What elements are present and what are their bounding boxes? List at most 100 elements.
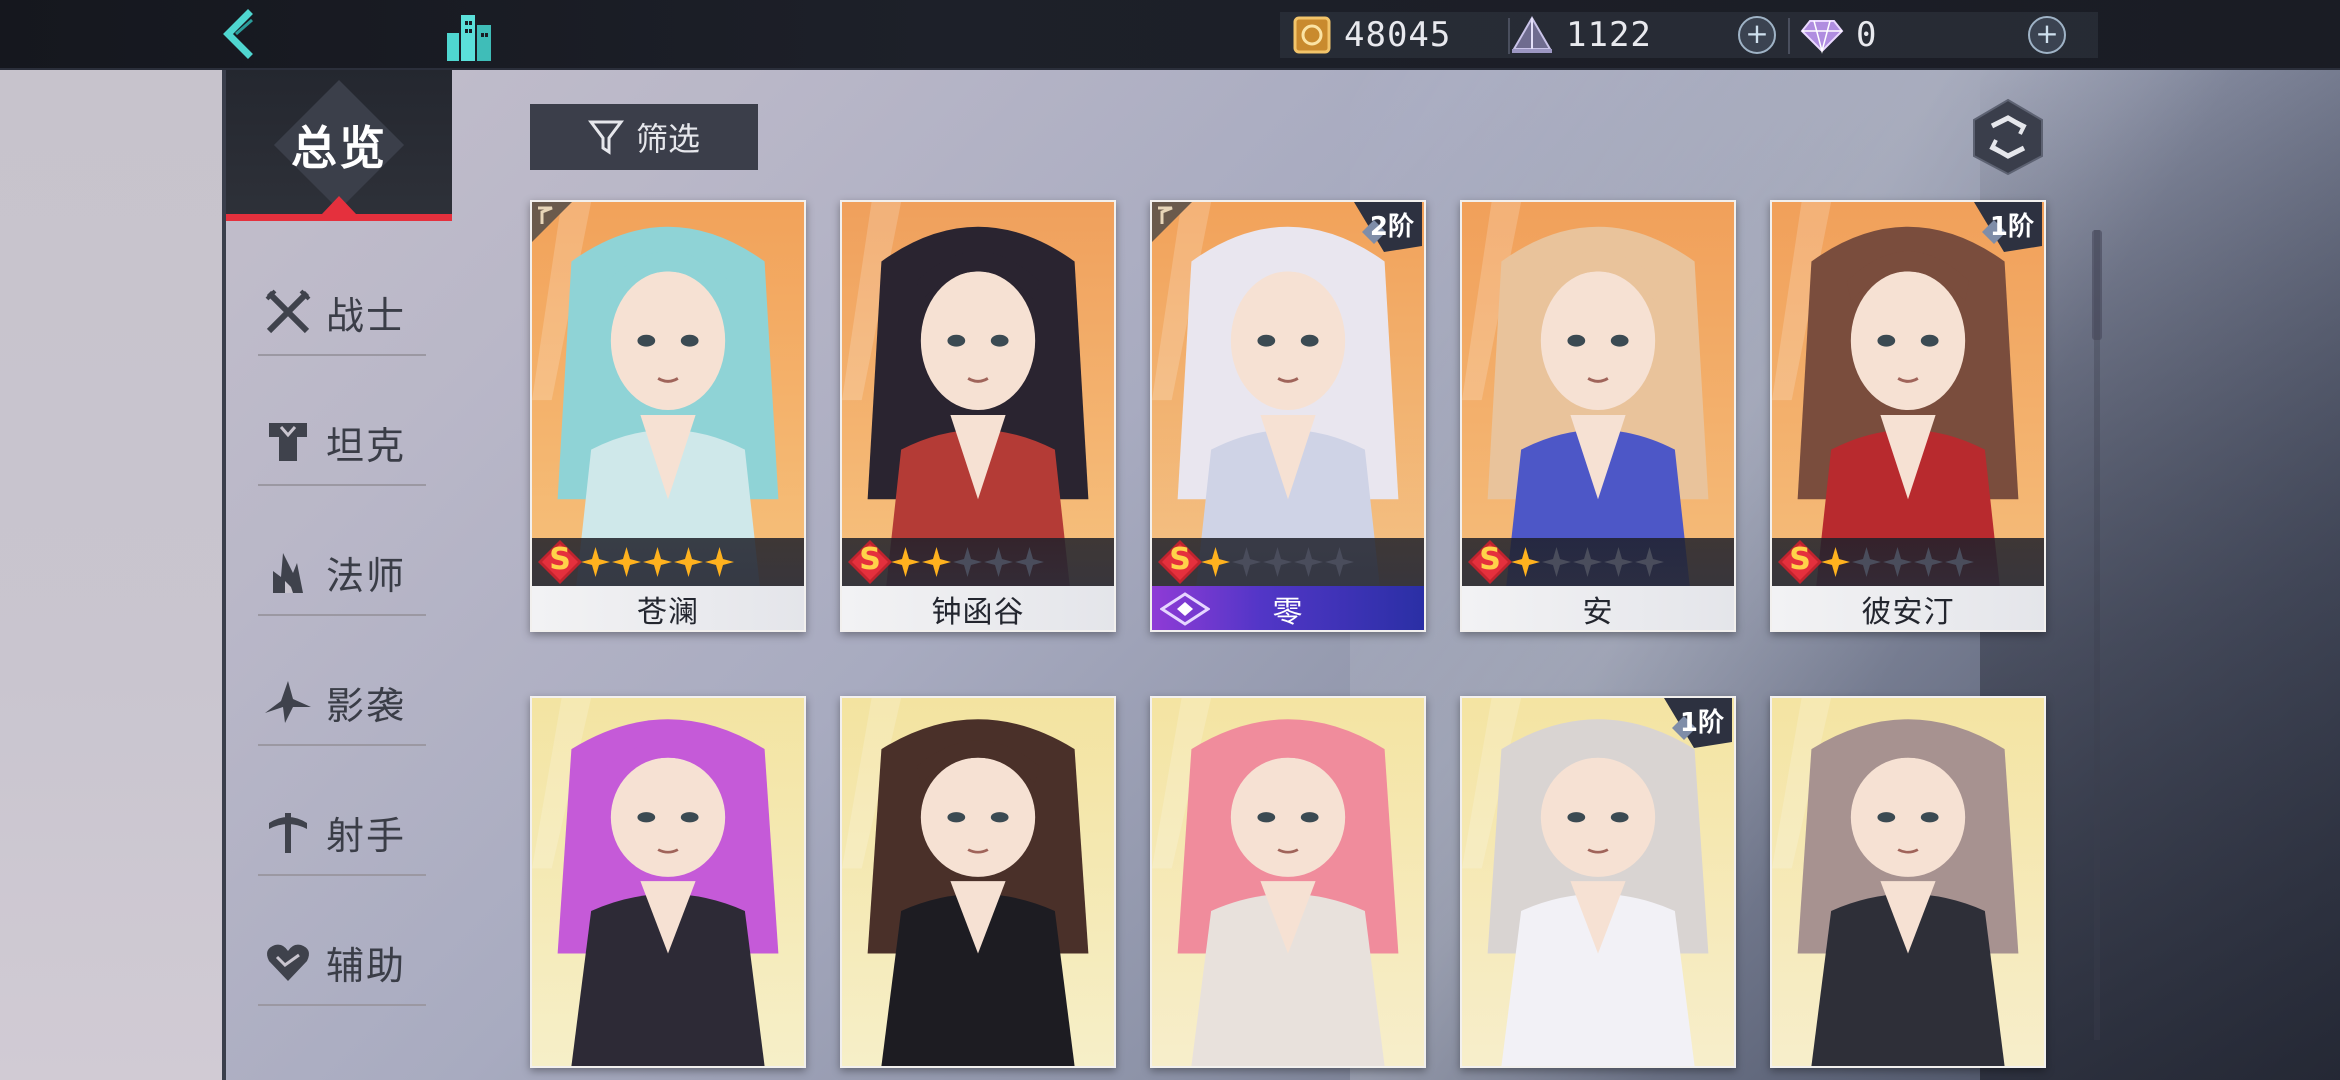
character-card[interactable]: 2阶 S 零 — [1150, 200, 1426, 632]
gold-coin-icon — [1293, 16, 1331, 54]
heart-icon — [258, 932, 318, 992]
crystal-currency: 1122 — [1510, 12, 1652, 58]
character-name: 钟函谷 — [931, 595, 1025, 630]
shuriken-icon — [258, 672, 318, 732]
sidebar-item-label: 战士 — [326, 293, 407, 338]
star-empty-icon — [1852, 547, 1881, 577]
character-name: 苍澜 — [637, 595, 699, 630]
character-card[interactable] — [1150, 696, 1426, 1068]
star-empty-icon — [1015, 547, 1044, 577]
star-empty-icon — [953, 547, 982, 577]
sidebar-item-marksman[interactable]: 射手 — [258, 790, 426, 876]
character-card[interactable] — [1770, 696, 2046, 1068]
faction-emblem-icon — [532, 202, 572, 242]
sidebar-item-warrior[interactable]: 战士 — [258, 270, 426, 356]
crossed-swords-icon — [258, 282, 318, 342]
star-filled-icon — [922, 547, 951, 577]
star-filled-icon — [1511, 547, 1540, 577]
mage-flame-icon — [258, 542, 318, 602]
star-filled-icon — [581, 547, 610, 577]
star-empty-icon — [1635, 547, 1664, 577]
character-portrait — [532, 698, 804, 1066]
character-name-bar: 安 — [1462, 586, 1734, 630]
scrollbar-track[interactable] — [2094, 230, 2100, 1040]
sidebar-item-label: 法师 — [326, 553, 407, 598]
sidebar-item-label: 辅助 — [326, 943, 407, 988]
gem-add-button[interactable]: + — [2028, 16, 2066, 54]
star-filled-icon — [1821, 547, 1850, 577]
sidebar-item-mage[interactable]: 法师 — [258, 530, 426, 616]
sidebar-item-label: 射手 — [326, 813, 407, 858]
rank-badge: S — [1158, 540, 1202, 584]
crystal-pyramid-icon — [1512, 16, 1552, 53]
city-buildings-icon — [447, 15, 491, 61]
home-button[interactable] — [440, 4, 500, 66]
character-portrait — [1152, 698, 1424, 1066]
character-card[interactable]: S安 — [1460, 200, 1736, 632]
top-bar: 48045 1122 + 0 + — [0, 0, 2340, 70]
filter-label: 筛选 — [635, 120, 700, 158]
star-empty-icon — [1294, 547, 1323, 577]
faction-emblem-icon — [1152, 202, 1192, 242]
star-filled-icon — [643, 547, 672, 577]
star-empty-icon — [1914, 547, 1943, 577]
star-empty-icon — [1263, 547, 1292, 577]
refresh-button[interactable] — [1970, 96, 2046, 178]
rank-badge: S — [1468, 540, 1512, 584]
special-emblem-icon — [1159, 592, 1211, 626]
star-empty-icon — [1542, 547, 1571, 577]
sidebar-item-label: 坦克 — [326, 423, 407, 468]
character-name: 彼安汀 — [1861, 595, 1955, 630]
gem-currency: 0 — [1800, 12, 1877, 58]
sidebar-item-assassin[interactable]: 影袭 — [258, 660, 426, 746]
shield-armor-icon — [258, 412, 318, 472]
character-name-bar: 苍澜 — [532, 586, 804, 630]
star-empty-icon — [1945, 547, 1974, 577]
star-filled-icon — [705, 547, 734, 577]
star-filled-icon — [891, 547, 920, 577]
character-card[interactable]: S 苍澜 — [530, 200, 806, 632]
star-empty-icon — [984, 547, 1013, 577]
filter-button[interactable]: 筛选 — [530, 104, 758, 170]
rank-badge: S — [848, 540, 892, 584]
character-name-bar: 彼安汀 — [1772, 586, 2044, 630]
star-empty-icon — [1573, 547, 1602, 577]
character-card[interactable] — [840, 696, 1116, 1068]
sidebar-item-tank[interactable]: 坦克 — [258, 400, 426, 486]
star-filled-icon — [612, 547, 641, 577]
tier-label: 1阶 — [1989, 212, 2034, 242]
diamond-gem-icon — [1800, 20, 1844, 54]
rank-letter: S — [859, 542, 881, 577]
character-portrait — [1772, 698, 2044, 1066]
star-empty-icon — [1232, 547, 1261, 577]
star-filled-icon — [1201, 547, 1230, 577]
scrollbar-thumb[interactable] — [2092, 230, 2102, 340]
character-card[interactable]: 1阶 S 彼安汀 — [1770, 200, 2046, 632]
star-empty-icon — [1883, 547, 1912, 577]
rank-badge: S — [538, 540, 582, 584]
crystal-amount: 1122 — [1566, 15, 1652, 55]
star-empty-icon — [1325, 547, 1354, 577]
sidebar-background — [0, 70, 222, 1080]
character-name-bar: 钟函谷 — [842, 586, 1114, 630]
selected-indicator — [322, 196, 356, 214]
rank-badge: S — [1778, 540, 1822, 584]
character-name-bar: 零 — [1152, 586, 1424, 630]
chevron-left-icon — [223, 9, 253, 59]
tier-badge: 1阶 — [1964, 202, 2042, 252]
sidebar-item-label: 影袭 — [326, 683, 407, 728]
character-portrait — [1462, 698, 1734, 1066]
back-button[interactable] — [210, 6, 270, 62]
character-card[interactable]: S 钟函谷 — [840, 200, 1116, 632]
rank-letter: S — [1169, 542, 1191, 577]
character-card[interactable]: 1阶 — [1460, 696, 1736, 1068]
sidebar-item-support[interactable]: 辅助 — [258, 920, 426, 1006]
character-name: 零 — [1272, 595, 1304, 630]
gold-currency: 48045 — [1292, 12, 1451, 58]
character-portrait — [842, 698, 1114, 1066]
tier-badge: 2阶 — [1344, 202, 1422, 252]
gold-amount: 48045 — [1344, 15, 1452, 55]
crystal-add-button[interactable]: + — [1738, 16, 1776, 54]
rank-letter: S — [1789, 542, 1811, 577]
character-card[interactable] — [530, 696, 806, 1068]
